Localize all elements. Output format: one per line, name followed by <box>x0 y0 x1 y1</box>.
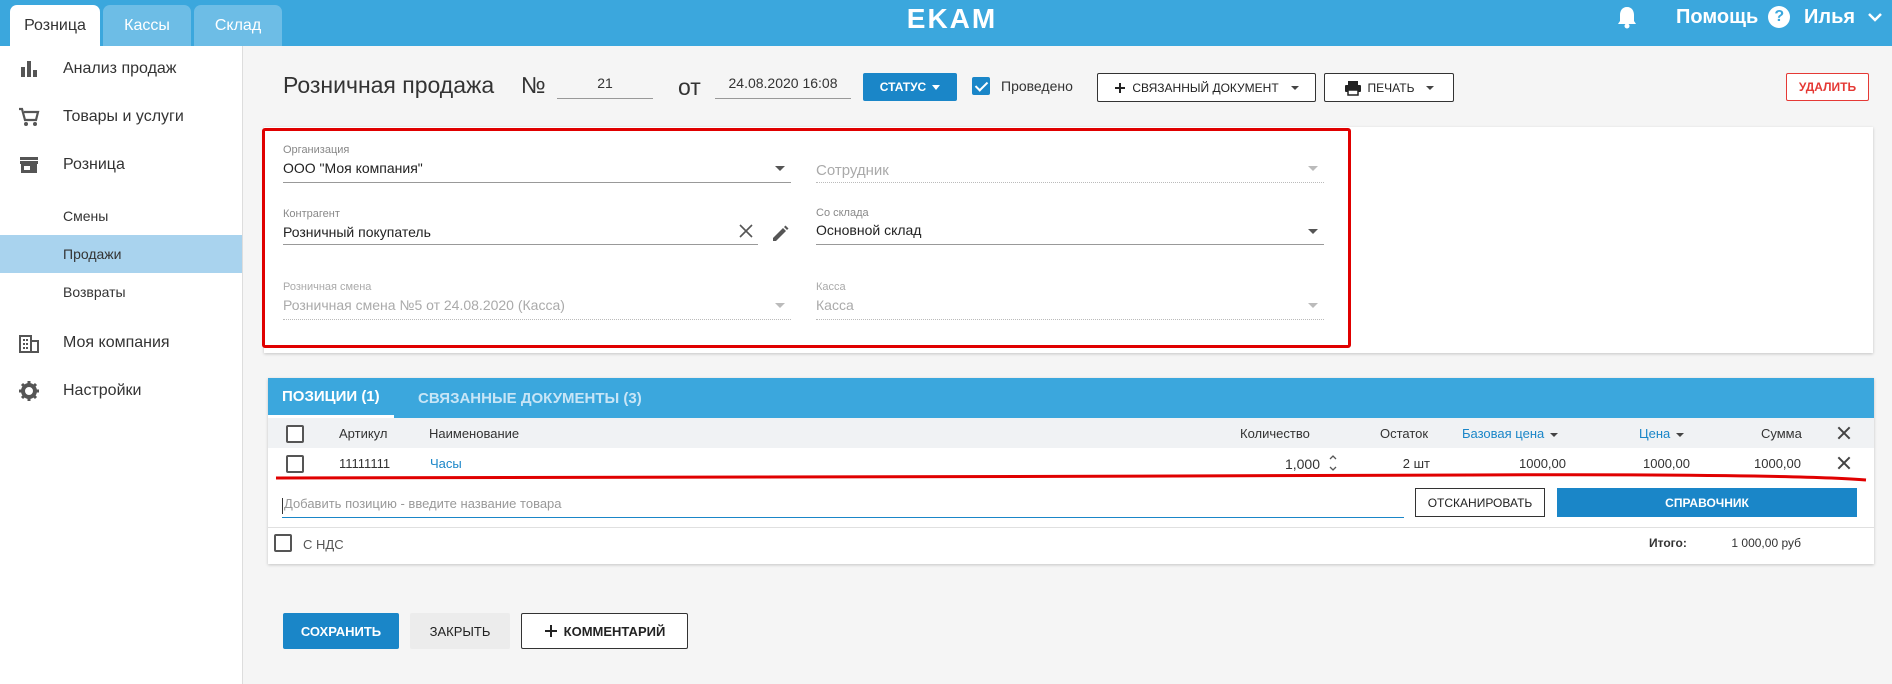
number-sign: № <box>521 72 546 98</box>
caret-down-icon <box>1426 85 1435 90</box>
total-value: 1 000,00 руб <box>1731 536 1801 550</box>
delete-button[interactable]: УДАЛИТЬ <box>1786 73 1869 101</box>
sidebar-subitem-returns[interactable]: Возвраты <box>0 273 242 311</box>
caret-down-icon <box>1290 85 1299 90</box>
row-sum: 1000,00 <box>1754 456 1801 471</box>
base-price-label[interactable]: Базовая цена <box>1462 426 1544 441</box>
page-title: Розничная продажа <box>283 72 495 98</box>
tab-positions[interactable]: ПОЗИЦИИ (1) <box>268 378 394 418</box>
from-label: от <box>678 74 701 100</box>
select-all-checkbox[interactable] <box>286 425 304 443</box>
help-menu[interactable]: Помощь ? <box>1676 0 1791 34</box>
scan-button[interactable]: ОТСКАНИРОВАТЬ <box>1415 488 1545 517</box>
plus-icon <box>1115 82 1126 93</box>
plus-icon <box>544 625 557 637</box>
logo-text: EKAM <box>907 3 997 34</box>
divider <box>268 527 1874 528</box>
sidebar-item-label: Настройки <box>63 382 142 399</box>
vat-checkbox[interactable] <box>274 534 292 552</box>
reference-button[interactable]: СПРАВОЧНИК <box>1557 488 1857 517</box>
tab-retail[interactable]: Розница <box>10 5 100 46</box>
row-price[interactable]: 1000,00 <box>1600 456 1690 471</box>
sidebar-item-label: Моя компания <box>63 334 170 351</box>
remove-row-icon[interactable] <box>1837 456 1851 470</box>
tab-cashboxes[interactable]: Кассы <box>103 5 191 46</box>
comment-label: КОММЕНТАРИЙ <box>563 623 666 639</box>
highlight-box <box>262 128 1351 348</box>
tab-warehouse[interactable]: Склад <box>194 5 282 46</box>
printer-icon <box>1344 80 1361 96</box>
sidebar-item-label: Розница <box>63 156 125 173</box>
total-label: Итого: <box>1649 536 1687 550</box>
status-label: СТАТУС <box>879 80 927 94</box>
sidebar-item-label: Товары и услуги <box>63 108 184 125</box>
top-bar: Розница Кассы Склад EKAM Помощь ? Илья <box>0 0 1892 46</box>
tab-related-documents[interactable]: СВЯЗАННЫЕ ДОКУМЕНТЫ (3) <box>418 378 642 418</box>
vat-label: С НДС <box>303 537 344 552</box>
column-stock[interactable]: Остаток <box>1380 426 1428 441</box>
related-document-button[interactable]: СВЯЗАННЫЙ ДОКУМЕНТ <box>1097 73 1316 102</box>
print-button[interactable]: ПЕЧАТЬ <box>1324 73 1454 102</box>
chevron-down-icon[interactable] <box>1867 12 1883 22</box>
column-article[interactable]: Артикул <box>339 426 387 441</box>
sidebar-subitem-shifts[interactable]: Смены <box>0 197 242 235</box>
notifications[interactable] <box>1616 0 1638 34</box>
help-icon[interactable]: ? <box>1768 6 1791 28</box>
status-button[interactable]: СТАТУС <box>863 73 957 101</box>
column-name[interactable]: Наименование <box>429 426 519 441</box>
sort-caret-icon <box>1550 432 1559 437</box>
print-label: ПЕЧАТЬ <box>1367 80 1415 95</box>
ekam-logo[interactable]: EKAM <box>898 2 1006 34</box>
column-price[interactable]: Цена <box>1639 426 1685 441</box>
row-name-link[interactable]: Часы <box>430 456 462 471</box>
help-label[interactable]: Помощь <box>1676 6 1758 29</box>
bar-chart-icon <box>21 61 37 77</box>
remove-all-icon[interactable] <box>1837 426 1851 440</box>
sidebar-item-retail[interactable]: Розница <box>0 146 242 184</box>
document-number-field[interactable]: 21 <box>557 75 653 99</box>
gear-icon <box>19 381 39 401</box>
row-base-price: 1000,00 <box>1519 456 1566 471</box>
save-button[interactable]: СОХРАНИТЬ <box>283 613 399 649</box>
add-comment-button[interactable]: КОММЕНТАРИЙ <box>521 613 688 649</box>
related-document-label: СВЯЗАННЫЙ ДОКУМЕНТ <box>1132 80 1279 95</box>
sort-caret-icon <box>1676 432 1685 437</box>
building-icon <box>19 335 39 353</box>
cart-icon <box>19 107 40 126</box>
bell-icon[interactable] <box>1616 5 1638 29</box>
column-quantity[interactable]: Количество <box>1240 426 1310 441</box>
document-date-field[interactable]: 24.08.2020 16:08 <box>715 75 851 99</box>
column-sum[interactable]: Сумма <box>1761 426 1802 441</box>
posted-label: Проведено <box>1001 78 1073 94</box>
posted-checkbox[interactable] <box>972 77 990 95</box>
sidebar-item-sales-analysis[interactable]: Анализ продаж <box>0 50 242 88</box>
sidebar-item-products[interactable]: Товары и услуги <box>0 98 242 136</box>
sidebar: Анализ продаж Товары и услуги Розница См… <box>0 46 243 684</box>
row-stock: 2 шт <box>1402 456 1430 471</box>
store-icon <box>20 157 38 173</box>
positions-tabs-bar: ПОЗИЦИИ (1) СВЯЗАННЫЕ ДОКУМЕНТЫ (3) <box>268 378 1874 418</box>
sidebar-item-label: Анализ продаж <box>63 60 177 77</box>
user-name[interactable]: Илья <box>1804 6 1855 29</box>
close-button[interactable]: ЗАКРЫТЬ <box>410 613 510 649</box>
user-menu[interactable]: Илья <box>1804 0 1883 34</box>
row-article: 11111111 <box>339 456 391 471</box>
sidebar-subitem-sales[interactable]: Продажи <box>0 235 242 273</box>
price-label[interactable]: Цена <box>1639 426 1670 441</box>
sidebar-item-settings[interactable]: Настройки <box>0 372 242 410</box>
sidebar-item-company[interactable]: Моя компания <box>0 324 242 362</box>
highlight-underline <box>275 473 1867 482</box>
caret-down-icon <box>932 84 941 90</box>
add-position-input[interactable]: Добавить позицию - введите название това… <box>282 496 1404 518</box>
column-base-price[interactable]: Базовая цена <box>1462 426 1559 441</box>
